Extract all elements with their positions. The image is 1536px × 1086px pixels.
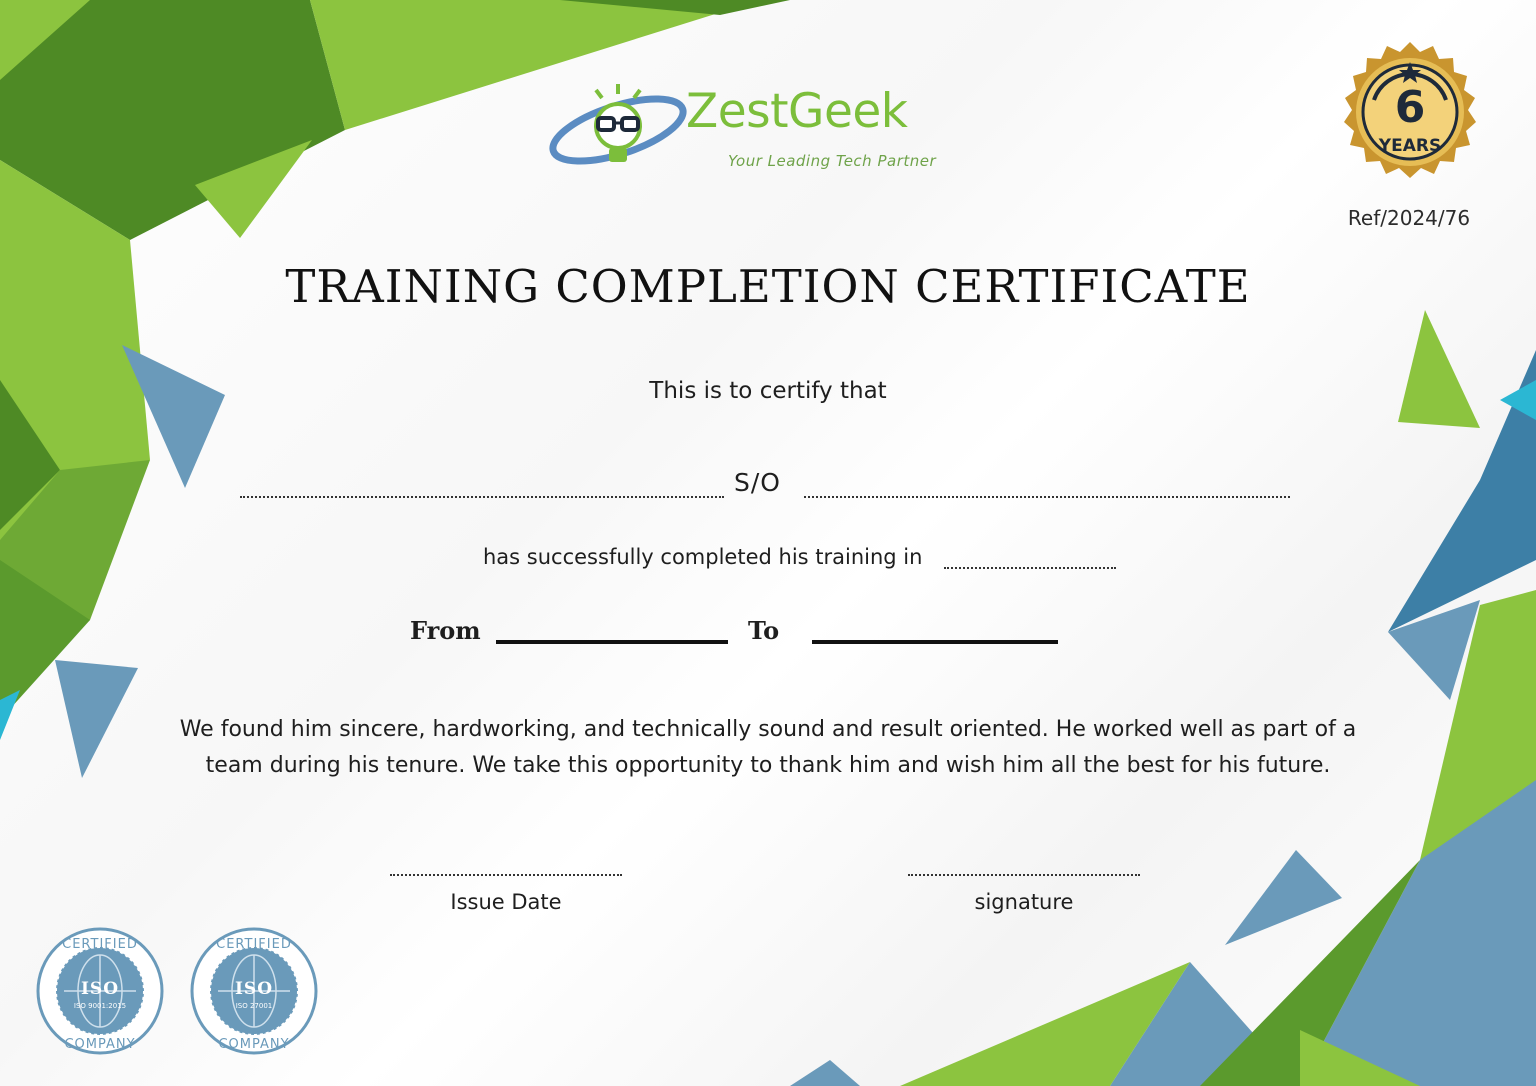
from-label: From: [410, 616, 481, 645]
seal-bottom-text: COMPANY: [64, 1037, 135, 1052]
completed-text: has successfully completed his training …: [483, 545, 923, 569]
signature-label: signature: [974, 890, 1074, 914]
badge-number: 6: [1394, 82, 1426, 133]
iso-9001-seal: CERTIFIED COMPANY ISO ISO 9001:2015: [35, 926, 165, 1056]
seal-top-text: CERTIFIED: [216, 937, 292, 952]
certificate-body: We found him sincere, hardworking, and t…: [179, 717, 1357, 778]
iso-27001-seal: CERTIFIED COMPANY ISO ISO 27001: [189, 926, 319, 1056]
relation-label: S/O: [734, 468, 781, 497]
logo-tagline: Your Leading Tech Partner: [728, 152, 937, 170]
certificate-title: TRAINING COMPLETION CERTIFICATE: [285, 260, 1251, 313]
seal-standard-text: ISO 27001: [235, 1002, 273, 1010]
seal-bottom-text: COMPANY: [218, 1037, 289, 1052]
logo-name: ZestGeek: [686, 84, 908, 139]
badge-label: YEARS: [1378, 136, 1442, 156]
years-badge: 6 YEARS: [1334, 40, 1486, 192]
issue-date-label: Issue Date: [450, 890, 562, 914]
training-subject-blank[interactable]: [944, 567, 1116, 569]
to-date-line[interactable]: [812, 640, 1058, 644]
signature-blank[interactable]: [908, 874, 1140, 876]
to-label: To: [748, 616, 780, 645]
lightbulb-glasses-icon: [549, 84, 687, 165]
certificate-page: ZestGeek Your Leading Tech Partner 6 YEA…: [0, 0, 1536, 1086]
certify-text: This is to certify that: [649, 378, 887, 404]
company-logo: ZestGeek Your Leading Tech Partner: [548, 78, 968, 178]
from-date-line[interactable]: [496, 640, 728, 644]
issue-date-blank[interactable]: [390, 874, 622, 876]
reference-number: Ref/2024/76: [1347, 206, 1471, 230]
seal-top-text: CERTIFIED: [62, 937, 138, 952]
seal-standard-text: ISO 9001:2015: [73, 1002, 127, 1010]
parent-name-blank[interactable]: [804, 496, 1290, 498]
seal-core-text: ISO: [80, 979, 120, 999]
seal-core-text: ISO: [234, 979, 274, 999]
name-blank[interactable]: [240, 496, 724, 498]
